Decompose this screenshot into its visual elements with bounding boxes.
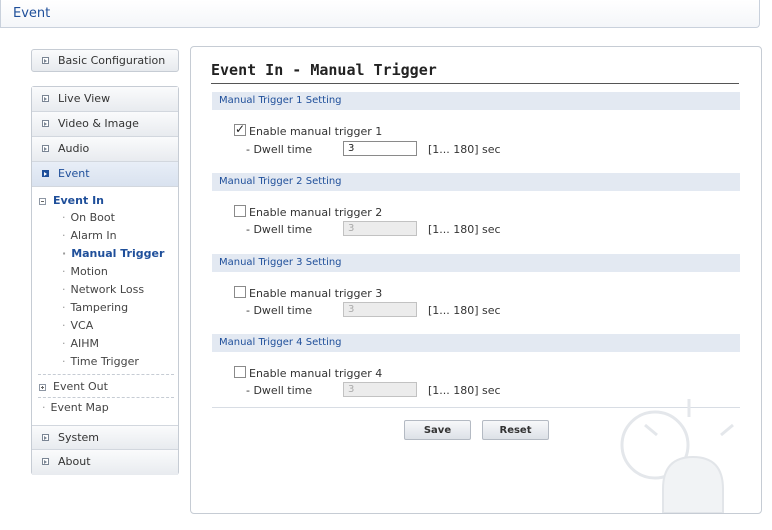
sub-item-alarm-in[interactable]: · Alarm In	[62, 229, 117, 242]
tree-event-out[interactable]: Event Out	[53, 380, 108, 393]
expand-box-icon	[42, 57, 49, 64]
main-panel: Event In - Manual Trigger Manual Trigger…	[190, 46, 762, 514]
expand-box-icon	[42, 434, 49, 441]
expand-box-icon	[42, 95, 49, 102]
dwell-time-input-2[interactable]	[343, 221, 417, 236]
expand-box-icon	[42, 145, 49, 152]
sidebar-item-about[interactable]: About	[32, 450, 178, 475]
sidebar-item-system[interactable]: System	[32, 425, 178, 450]
dwell-time-label: - Dwell time	[246, 143, 313, 156]
page-title: Event In - Manual Trigger	[211, 61, 437, 79]
sub-item-tampering[interactable]: · Tampering	[62, 301, 128, 314]
divider	[38, 374, 174, 375]
sidebar-item-label: Live View	[58, 92, 111, 105]
dwell-range-label: [1... 180] sec	[428, 384, 501, 397]
sidebar-item-label: Video & Image	[58, 117, 139, 130]
sidebar-item-label: Event	[58, 167, 90, 180]
checkbox-label: Enable manual trigger 2	[249, 206, 383, 219]
sidebar-item-label: Basic Configuration	[58, 54, 166, 67]
sub-item-time-trigger[interactable]: · Time Trigger	[62, 355, 139, 368]
dwell-range-label: [1... 180] sec	[428, 223, 501, 236]
camera-watermark-icon	[620, 399, 734, 513]
checkbox-label: Enable manual trigger 3	[249, 287, 383, 300]
section-header-trigger-4: Manual Trigger 4 Setting	[212, 334, 740, 352]
sub-item-motion[interactable]: · Motion	[62, 265, 108, 278]
dwell-time-input-1[interactable]	[343, 141, 417, 156]
section-header-trigger-1: Manual Trigger 1 Setting	[212, 92, 740, 110]
enable-trigger-3-checkbox[interactable]	[234, 286, 246, 298]
tree-expand-icon[interactable]	[39, 384, 46, 391]
collapse-box-icon	[42, 170, 49, 177]
dwell-time-label: - Dwell time	[246, 223, 313, 236]
sidebar-item-label: About	[58, 455, 91, 468]
dwell-time-input-3[interactable]	[343, 302, 417, 317]
dwell-range-label: [1... 180] sec	[428, 143, 501, 156]
reset-button[interactable]: Reset	[482, 420, 549, 440]
sub-item-network-loss[interactable]: · Network Loss	[62, 283, 144, 296]
save-button[interactable]: Save	[404, 420, 471, 440]
enable-trigger-2-checkbox[interactable]	[234, 205, 246, 217]
sidebar-item-event[interactable]: Event	[32, 162, 178, 187]
tree-collapse-icon[interactable]	[39, 198, 46, 205]
sidebar-item-basic-configuration[interactable]: Basic Configuration	[31, 49, 179, 72]
page-tab-label: Event	[13, 6, 51, 21]
sidebar-item-audio[interactable]: Audio	[32, 137, 178, 162]
page-tab: Event	[0, 0, 760, 28]
tree-event-in[interactable]: Event In	[53, 194, 104, 207]
expand-box-icon	[42, 458, 49, 465]
dwell-time-label: - Dwell time	[246, 304, 313, 317]
sidebar-item-video-image[interactable]: Video & Image	[32, 112, 178, 137]
section-header-trigger-3: Manual Trigger 3 Setting	[212, 254, 740, 272]
sub-item-vca[interactable]: · VCA	[62, 319, 93, 332]
sub-item-manual-trigger[interactable]: · Manual Trigger	[62, 247, 164, 260]
sub-item-event-map[interactable]: · Event Map	[42, 401, 109, 414]
dwell-time-input-4[interactable]	[343, 382, 417, 397]
expand-box-icon	[42, 120, 49, 127]
enable-trigger-1-checkbox[interactable]	[234, 122, 246, 136]
enable-trigger-4-checkbox[interactable]	[234, 366, 246, 378]
title-divider	[211, 83, 739, 84]
sidebar-item-label: Audio	[58, 142, 90, 155]
sidebar-nav-group: Live View Video & Image Audio Event Even…	[31, 86, 179, 475]
sidebar-item-label: System	[58, 431, 100, 444]
checkbox-label: Enable manual trigger 1	[249, 125, 383, 138]
sub-item-on-boot[interactable]: · On Boot	[62, 211, 115, 224]
sub-item-aihm[interactable]: · AIHM	[62, 337, 99, 350]
divider	[38, 397, 174, 398]
sidebar-item-live-view[interactable]: Live View	[32, 87, 178, 112]
section-header-trigger-2: Manual Trigger 2 Setting	[212, 173, 740, 191]
checkbox-label: Enable manual trigger 4	[249, 367, 383, 380]
dwell-time-label: - Dwell time	[246, 384, 313, 397]
dwell-range-label: [1... 180] sec	[428, 304, 501, 317]
